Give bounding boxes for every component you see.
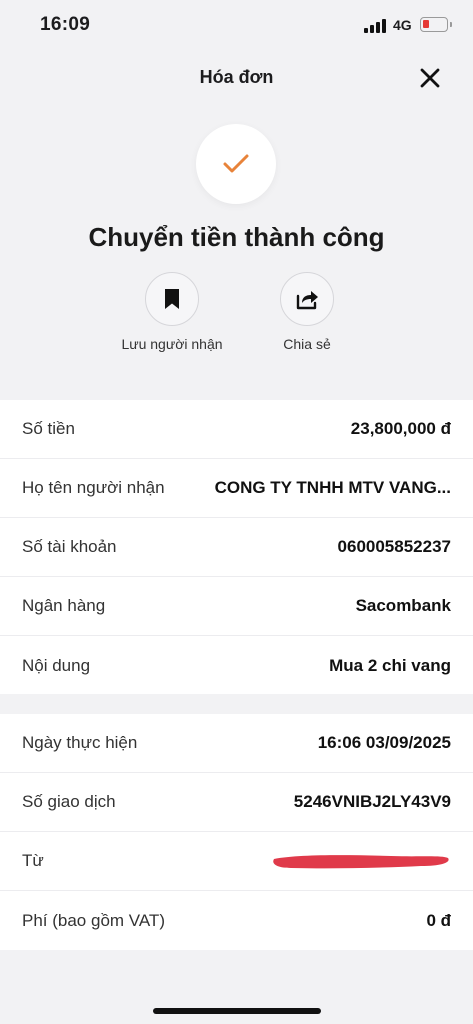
bank-label: Ngân hàng: [22, 596, 106, 615]
success-badge: [196, 124, 276, 204]
close-icon: [420, 68, 440, 88]
status-time: 16:09: [40, 14, 91, 35]
transaction-id-value: 5246VNIBJ2LY43V9: [293, 792, 451, 811]
close-button[interactable]: [416, 64, 444, 92]
bank-row: Ngân hàng Sacombank: [0, 577, 473, 636]
save-recipient-label: Lưu người nhận: [121, 336, 223, 352]
date-row: Ngày thực hiện 16:06 03/09/2025: [0, 714, 473, 773]
page-title: Hóa đơn: [199, 67, 274, 87]
date-label: Ngày thực hiện: [22, 733, 138, 752]
from-label: Từ: [22, 851, 44, 870]
fee-label: Phí (bao gồm VAT): [22, 910, 165, 930]
account-label: Số tài khoản: [22, 537, 117, 556]
share-icon: [296, 291, 318, 310]
fee-row: Phí (bao gồm VAT) 0 đ: [0, 891, 473, 950]
network-type: 4G: [393, 17, 412, 33]
amount-value: 23,800,000 đ: [350, 419, 451, 438]
recipient-label: Họ tên người nhận: [22, 478, 165, 497]
transfer-details-card: Số tiền 23,800,000 đ Họ tên người nhận C…: [0, 400, 473, 694]
account-row: Số tài khoản 060005852237: [0, 518, 473, 577]
success-title: Chuyển tiền thành công: [88, 222, 385, 252]
status-bar: 16:09 4G: [0, 0, 473, 52]
save-recipient-button[interactable]: Lưu người nhận: [102, 272, 242, 352]
account-value: 060005852237: [337, 537, 451, 556]
home-indicator[interactable]: [153, 1008, 321, 1014]
signal-icon: [364, 19, 386, 33]
share-label: Chia sẻ: [283, 336, 331, 352]
content-row: Nội dung Mua 2 chi vang: [0, 636, 473, 695]
transaction-info-card: Ngày thực hiện 16:06 03/09/2025 Số giao …: [0, 714, 473, 950]
share-button[interactable]: Chia sẻ: [237, 272, 377, 352]
date-value: 16:06 03/09/2025: [317, 733, 451, 752]
battery-icon: [420, 17, 452, 32]
redaction-mark: [273, 855, 449, 869]
transaction-id-label: Số giao dịch: [22, 792, 116, 811]
bookmark-icon: [165, 289, 179, 309]
recipient-value: CONG TY TNHH MTV VANG...: [214, 478, 451, 497]
amount-row: Số tiền 23,800,000 đ: [0, 400, 473, 459]
from-row: Từ: [0, 832, 473, 891]
content-value: Mua 2 chi vang: [329, 655, 451, 675]
checkmark-icon: [223, 154, 249, 173]
transaction-id-row: Số giao dịch 5246VNIBJ2LY43V9: [0, 773, 473, 832]
recipient-row: Họ tên người nhận CONG TY TNHH MTV VANG.…: [0, 459, 473, 518]
bank-value: Sacombank: [355, 596, 451, 615]
fee-value: 0 đ: [426, 910, 451, 930]
amount-label: Số tiền: [22, 419, 75, 438]
content-label: Nội dung: [22, 655, 91, 675]
